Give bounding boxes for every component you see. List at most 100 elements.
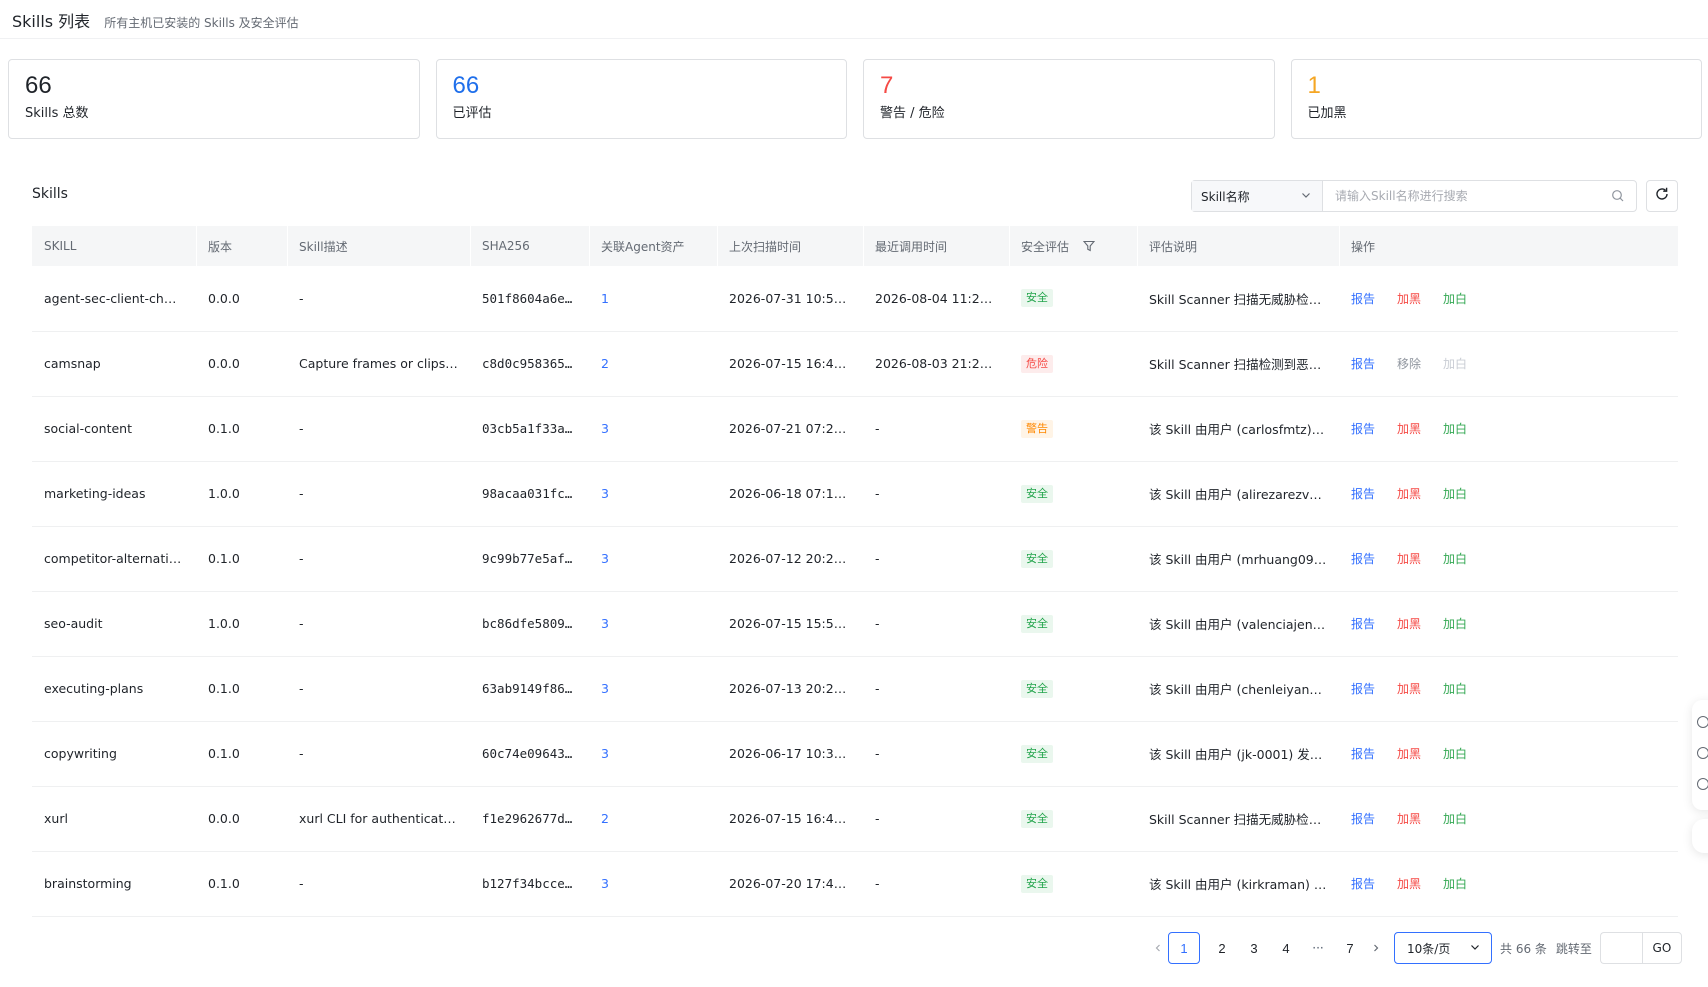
whitelist-link[interactable]: 加白 bbox=[1443, 875, 1467, 892]
blacklist-link[interactable]: 加黑 bbox=[1397, 290, 1421, 307]
table-row: xurl0.0.0xurl CLI for authenticated X p…… bbox=[32, 786, 1678, 852]
last-scan-time: 2026-07-15 16:42:29 bbox=[717, 331, 863, 397]
skill-version: 0.0.0 bbox=[196, 786, 287, 852]
remove-link[interactable]: 移除 bbox=[1397, 355, 1421, 372]
skill-name: brainstorming bbox=[32, 851, 196, 917]
filter-icon[interactable] bbox=[1082, 240, 1096, 255]
page-ellipsis[interactable]: ··· bbox=[1302, 941, 1334, 955]
report-link[interactable]: 报告 bbox=[1351, 420, 1375, 437]
assets-link[interactable]: 3 bbox=[601, 486, 609, 501]
assets-cell: 3 bbox=[589, 591, 717, 657]
report-link[interactable]: 报告 bbox=[1351, 615, 1375, 632]
status-badge: 安全 bbox=[1021, 549, 1053, 568]
page-size-select[interactable]: 10条/页 bbox=[1394, 932, 1492, 964]
refresh-button[interactable] bbox=[1646, 180, 1678, 212]
table-header-row: SKILL 版本 Skill描述 SHA256 关联Agent资产 上次扫描时间… bbox=[32, 226, 1678, 266]
jump-group: GO bbox=[1599, 932, 1682, 964]
stat-value: 1 bbox=[1307, 72, 1321, 99]
skills-table: SKILL 版本 Skill描述 SHA256 关联Agent资产 上次扫描时间… bbox=[32, 226, 1678, 917]
assets-cell: 3 bbox=[589, 851, 717, 917]
skill-description: - bbox=[287, 591, 470, 657]
last-call-time: - bbox=[863, 656, 1009, 722]
whitelist-link[interactable]: 加白 bbox=[1443, 745, 1467, 762]
blacklist-link[interactable]: 加黑 bbox=[1397, 875, 1421, 892]
assets-cell: 3 bbox=[589, 461, 717, 527]
last-scan-time: 2026-07-12 20:20:30 bbox=[717, 526, 863, 592]
skill-version: 1.0.0 bbox=[196, 461, 287, 527]
chevron-left-icon[interactable] bbox=[1148, 932, 1168, 964]
skill-description: Capture frames or clips from … bbox=[287, 331, 470, 397]
column-header-skill: SKILL bbox=[32, 226, 196, 266]
column-header-last-scan: 上次扫描时间 bbox=[717, 226, 863, 266]
assets-link[interactable]: 3 bbox=[601, 421, 609, 436]
report-link[interactable]: 报告 bbox=[1351, 550, 1375, 567]
chat-icon[interactable] bbox=[1697, 747, 1708, 759]
whitelist-link[interactable]: 加白 bbox=[1443, 485, 1467, 502]
report-link[interactable]: 报告 bbox=[1351, 875, 1375, 892]
chevron-right-icon[interactable] bbox=[1366, 932, 1386, 964]
whitelist-link[interactable]: 加白 bbox=[1443, 550, 1467, 567]
assessment-note: 该 Skill 由用户 (chenleiyanquan) … bbox=[1137, 656, 1339, 722]
page-button-3[interactable]: 3 bbox=[1238, 932, 1270, 964]
page-header: Skills 列表 所有主机已安装的 Skills 及安全评估 bbox=[12, 8, 299, 32]
assets-link[interactable]: 3 bbox=[601, 681, 609, 696]
page-button-4[interactable]: 4 bbox=[1270, 932, 1302, 964]
blacklist-link[interactable]: 加黑 bbox=[1397, 680, 1421, 697]
assets-link[interactable]: 3 bbox=[601, 876, 609, 891]
go-button[interactable]: GO bbox=[1641, 932, 1682, 964]
assets-link[interactable]: 2 bbox=[601, 356, 609, 371]
blacklist-link[interactable]: 加黑 bbox=[1397, 550, 1421, 567]
search-field-select[interactable]: Skill名称 bbox=[1192, 181, 1323, 211]
assets-link[interactable]: 3 bbox=[601, 746, 609, 761]
help-icon[interactable] bbox=[1697, 716, 1708, 728]
search-input[interactable] bbox=[1323, 181, 1600, 211]
page-button-last[interactable]: 7 bbox=[1334, 932, 1366, 964]
assets-link[interactable]: 1 bbox=[601, 291, 609, 306]
blacklist-link[interactable]: 加黑 bbox=[1397, 615, 1421, 632]
stats-cards: 66 Skills 总数 66 已评估 7 警告 / 危险 1 已加黑 bbox=[8, 59, 1702, 139]
skill-name: copywriting bbox=[32, 721, 196, 787]
assessment-note: 该 Skill 由用户 (kirkraman) 发布。… bbox=[1137, 851, 1339, 917]
report-link[interactable]: 报告 bbox=[1351, 290, 1375, 307]
stat-card-evaluated: 66 已评估 bbox=[435, 59, 847, 139]
assets-link[interactable]: 2 bbox=[601, 811, 609, 826]
report-link[interactable]: 报告 bbox=[1351, 355, 1375, 372]
blacklist-link[interactable]: 加黑 bbox=[1397, 745, 1421, 762]
assessment-note: 该 Skill 由用户 (alirezarezvani) 发… bbox=[1137, 461, 1339, 527]
panel-title: Skills bbox=[32, 186, 68, 202]
assessment-note: 该 Skill 由用户 (mrhuang09) 发布… bbox=[1137, 526, 1339, 592]
report-link[interactable]: 报告 bbox=[1351, 810, 1375, 827]
blacklist-link[interactable]: 加黑 bbox=[1397, 810, 1421, 827]
rating-cell: 安全 bbox=[1009, 526, 1137, 592]
column-header-note: 评估说明 bbox=[1137, 226, 1339, 266]
report-link[interactable]: 报告 bbox=[1351, 485, 1375, 502]
whitelist-link[interactable]: 加白 bbox=[1443, 680, 1467, 697]
skill-description: - bbox=[287, 526, 470, 592]
report-link[interactable]: 报告 bbox=[1351, 745, 1375, 762]
skill-version: 1.0.0 bbox=[196, 591, 287, 657]
skill-description: - bbox=[287, 461, 470, 527]
actions-cell: 报告 加黑 加白 bbox=[1339, 461, 1678, 527]
back-to-top-button[interactable] bbox=[1692, 819, 1708, 853]
skill-description: - bbox=[287, 851, 470, 917]
whitelist-link[interactable]: 加白 bbox=[1443, 810, 1467, 827]
rating-cell: 安全 bbox=[1009, 851, 1137, 917]
assets-link[interactable]: 3 bbox=[601, 616, 609, 631]
report-link[interactable]: 报告 bbox=[1351, 680, 1375, 697]
assessment-note: Skill Scanner 扫描检测到恶意内容… bbox=[1137, 331, 1339, 397]
status-badge: 安全 bbox=[1021, 744, 1053, 763]
whitelist-link[interactable]: 加白 bbox=[1443, 615, 1467, 632]
skill-sha256: 501f8604a6eedb4… bbox=[470, 266, 589, 332]
whitelist-link[interactable]: 加白 bbox=[1443, 420, 1467, 437]
jump-page-input[interactable] bbox=[1599, 932, 1642, 964]
whitelist-link[interactable]: 加白 bbox=[1443, 290, 1467, 307]
search-icon[interactable] bbox=[1600, 181, 1636, 211]
feedback-icon[interactable] bbox=[1697, 778, 1708, 790]
blacklist-link[interactable]: 加黑 bbox=[1397, 420, 1421, 437]
blacklist-link[interactable]: 加黑 bbox=[1397, 485, 1421, 502]
assets-link[interactable]: 3 bbox=[601, 551, 609, 566]
skill-description: - bbox=[287, 396, 470, 462]
page-button-2[interactable]: 2 bbox=[1206, 932, 1238, 964]
page-button-1[interactable]: 1 bbox=[1168, 932, 1200, 964]
last-call-time: - bbox=[863, 396, 1009, 462]
